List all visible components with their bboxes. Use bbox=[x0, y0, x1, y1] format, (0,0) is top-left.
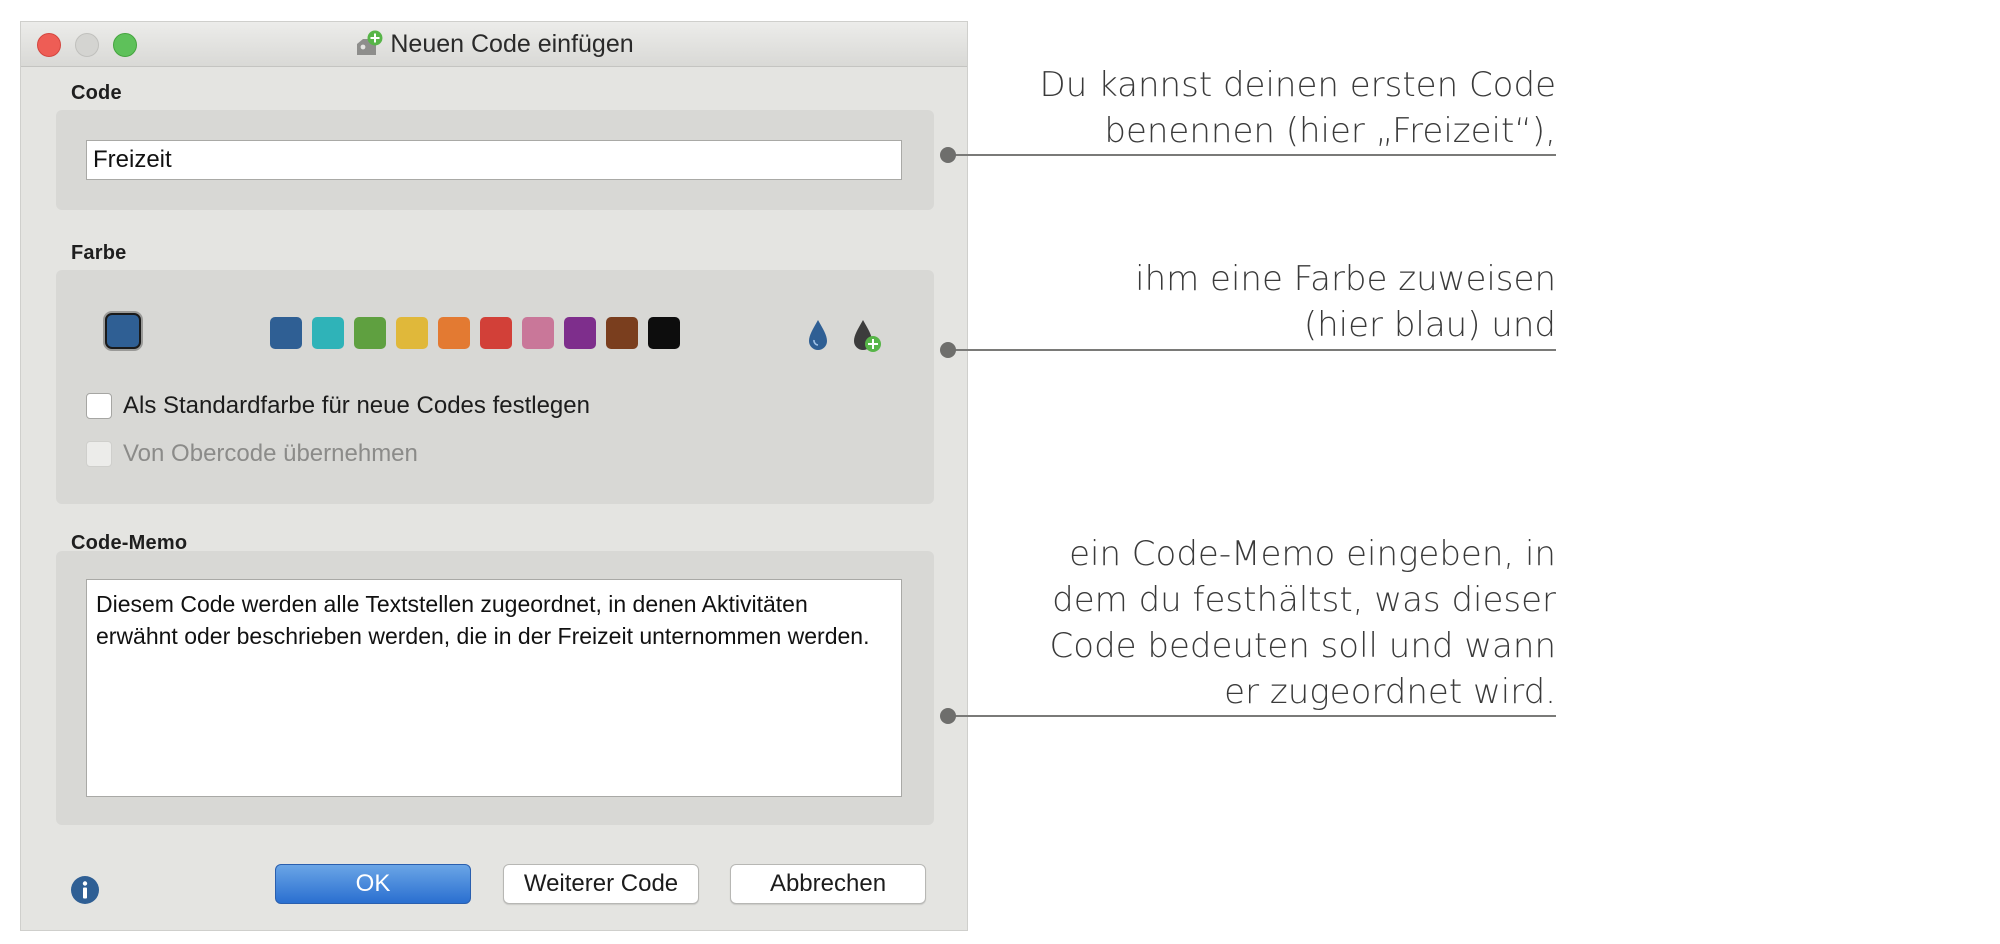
annotation-line: er zugeordnet wird. bbox=[1224, 672, 1556, 712]
annotation-line: Du kannst deinen ersten Code bbox=[1039, 65, 1556, 105]
annotation-leader-line bbox=[948, 715, 1556, 717]
default-color-checkbox[interactable] bbox=[86, 393, 112, 419]
annotation-dot bbox=[940, 708, 956, 724]
current-color-swatch[interactable] bbox=[105, 313, 141, 349]
window-title: Neuen Code einfügen bbox=[390, 29, 634, 58]
annotation-dot bbox=[940, 147, 956, 163]
title-bar: Neuen Code einfügen bbox=[21, 22, 967, 67]
inherit-color-label: Von Obercode übernehmen bbox=[123, 440, 418, 467]
color-swatch-brown[interactable] bbox=[606, 317, 638, 349]
annotation-code-name: Du kannst deinen ersten Code benennen (h… bbox=[1040, 62, 1556, 154]
color-swatch-pink[interactable] bbox=[522, 317, 554, 349]
default-color-row[interactable]: Als Standardfarbe für neue Codes festleg… bbox=[86, 392, 590, 420]
code-name-input[interactable] bbox=[86, 140, 902, 180]
annotation-line: Code bedeuten soll und wann bbox=[1049, 626, 1556, 666]
annotation-line: (hier blau) und bbox=[1303, 305, 1556, 345]
color-section-label: Farbe bbox=[71, 242, 127, 264]
add-code-icon bbox=[357, 30, 383, 55]
new-code-dialog: Neuen Code einfügen Code Farbe Als Stand… bbox=[21, 22, 967, 930]
default-color-label: Als Standardfarbe für neue Codes festleg… bbox=[123, 392, 590, 419]
ok-button[interactable]: OK bbox=[275, 864, 471, 904]
color-swatch-red[interactable] bbox=[480, 317, 512, 349]
cancel-button[interactable]: Abbrechen bbox=[730, 864, 926, 904]
code-section-label: Code bbox=[71, 82, 122, 104]
info-icon[interactable] bbox=[70, 875, 100, 905]
water-drop-icon[interactable] bbox=[801, 316, 835, 354]
annotation-memo: ein Code-Memo eingeben, in dem du festhä… bbox=[1050, 531, 1556, 715]
annotation-line: ein Code-Memo eingeben, in bbox=[1069, 534, 1556, 574]
color-swatch-purple[interactable] bbox=[564, 317, 596, 349]
add-color-drop-icon[interactable] bbox=[849, 316, 883, 354]
next-code-button[interactable]: Weiterer Code bbox=[503, 864, 699, 904]
window-title-group: Neuen Code einfügen bbox=[21, 22, 967, 66]
annotation-line: dem du festhältst, was dieser bbox=[1052, 580, 1556, 620]
color-swatch-black[interactable] bbox=[648, 317, 680, 349]
annotation-leader-line bbox=[948, 154, 1556, 156]
inherit-color-checkbox bbox=[86, 441, 112, 467]
color-panel bbox=[56, 270, 934, 504]
color-swatch-yellow[interactable] bbox=[396, 317, 428, 349]
annotation-line: benennen (hier „Freizeit“), bbox=[1104, 111, 1556, 151]
color-swatch-green[interactable] bbox=[354, 317, 386, 349]
annotation-leader-line bbox=[948, 349, 1556, 351]
annotation-dot bbox=[940, 342, 956, 358]
color-swatch-turquoise[interactable] bbox=[312, 317, 344, 349]
annotation-color: ihm eine Farbe zuweisen (hier blau) und bbox=[1135, 256, 1556, 348]
annotation-line: ihm eine Farbe zuweisen bbox=[1135, 259, 1556, 299]
code-memo-textarea[interactable]: Diesem Code werden alle Textstellen zuge… bbox=[86, 579, 902, 797]
color-swatch-orange[interactable] bbox=[438, 317, 470, 349]
inherit-color-row: Von Obercode übernehmen bbox=[86, 440, 418, 468]
color-swatch-blue[interactable] bbox=[270, 317, 302, 349]
